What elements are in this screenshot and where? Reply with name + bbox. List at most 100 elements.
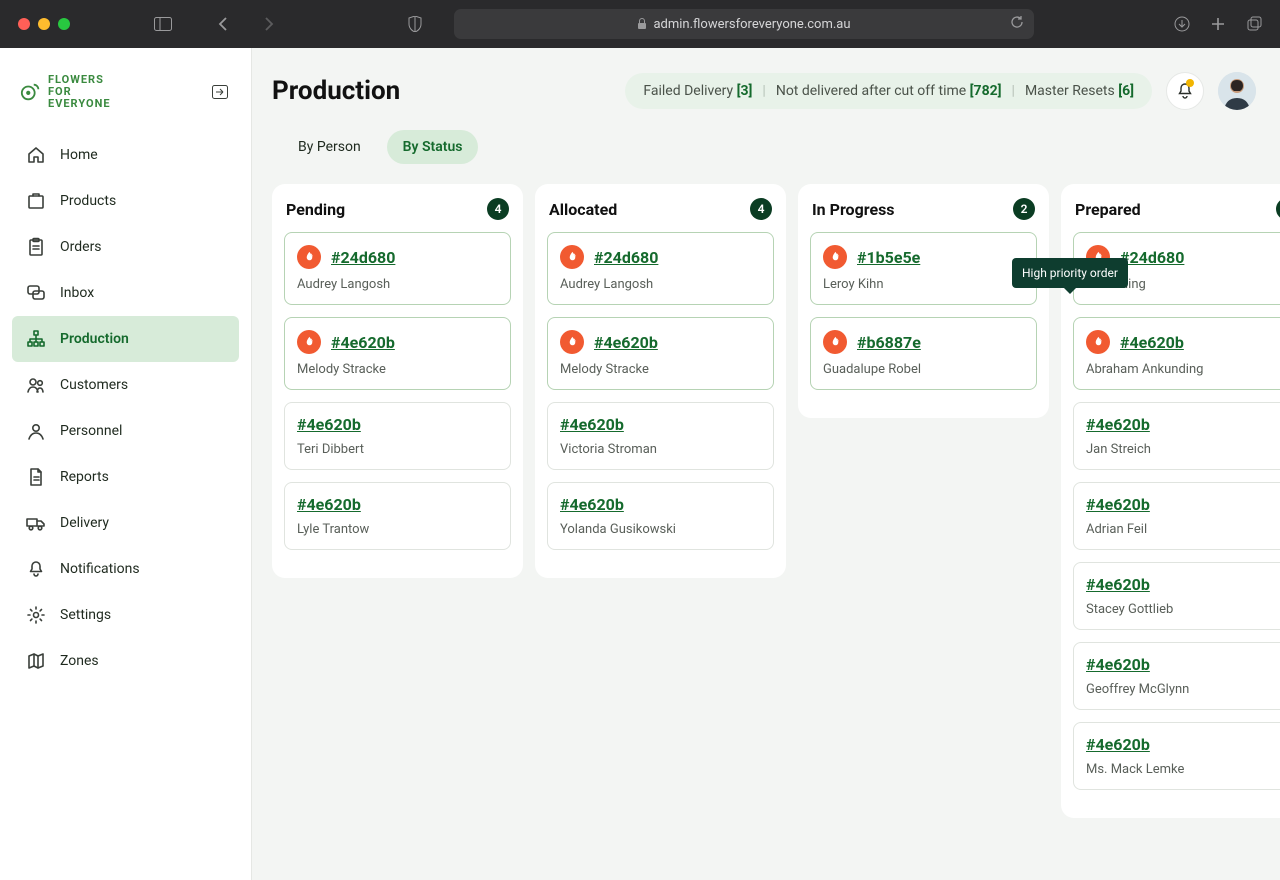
order-card[interactable]: #b6887e Guadalupe Robel [810,317,1037,390]
logo[interactable]: FLOWERS FOR EVERYONE [20,74,111,110]
sidebar-item-home[interactable]: Home [12,132,239,178]
order-id-link[interactable]: #4e620b [331,333,395,352]
sidebar-item-delivery[interactable]: Delivery [12,500,239,546]
fire-icon [560,245,584,269]
order-id-link[interactable]: #4e620b [1086,655,1150,674]
window-maximize-button[interactable] [58,18,70,30]
sidebar-item-inbox[interactable]: Inbox [12,270,239,316]
alert-count: [782] [970,83,1002,99]
order-card[interactable]: #4e620bJan Streich [1073,402,1280,470]
avatar-image [1218,72,1256,110]
clipboard-icon [26,237,46,257]
collapse-sidebar-button[interactable] [211,83,229,101]
sidebar-item-products[interactable]: Products [12,178,239,224]
sidebar-item-zones[interactable]: Zones [12,638,239,684]
order-id-link[interactable]: #24d680 [331,248,395,267]
order-card[interactable]: #4e620b Geoffrey McGlynn [1073,642,1280,710]
shield-icon[interactable] [408,16,422,32]
org-icon [26,329,46,349]
tab-person[interactable]: By Person [282,130,377,164]
fire-icon [823,245,847,269]
order-assignee: Audrey Langosh [560,277,761,292]
fire-icon [1086,330,1110,354]
order-id-link[interactable]: #1b5e5e [857,248,920,267]
sidebar-item-customers[interactable]: Customers [12,362,239,408]
order-card[interactable]: #24d680Audrey Langosh [284,232,511,305]
alert-segment[interactable]: Not delivered after cut off time [782] [776,83,1002,99]
alerts-separator: | [1012,83,1015,99]
column-title: Pending [286,200,345,219]
sidebar-item-label: Personnel [60,423,122,439]
tab-overview-icon[interactable] [1246,16,1262,32]
order-id-link[interactable]: #24d680 [594,248,658,267]
sidebar-item-label: Customers [60,377,128,393]
order-id-link[interactable]: #4e620b [594,333,658,352]
order-id-link[interactable]: #4e620b [560,495,624,514]
home-icon [26,145,46,165]
sidebar-item-settings[interactable]: Settings [12,592,239,638]
tooltip-text: High priority order [1022,266,1118,280]
column-count-badge: 7 [1276,198,1280,220]
order-id-link[interactable]: #4e620b [297,415,361,434]
profile-avatar[interactable] [1218,72,1256,110]
notifications-button[interactable] [1166,72,1204,110]
box-icon [26,191,46,211]
refresh-icon[interactable] [1010,15,1024,33]
sidebar-item-personnel[interactable]: Personnel [12,408,239,454]
order-card[interactable]: #4e620bAbraham Ankunding [1073,317,1280,390]
nav-forward-button[interactable] [264,17,274,31]
fire-icon [823,330,847,354]
order-id-link[interactable]: #4e620b [1086,495,1150,514]
window-minimize-button[interactable] [38,18,50,30]
column-title: Prepared [1075,200,1141,219]
order-id-link[interactable]: #4e620b [1120,333,1184,352]
sidebar-item-label: Inbox [60,285,94,301]
order-card[interactable]: #4e620bAdrian Feil [1073,482,1280,550]
sidebar-item-notifications[interactable]: Notifications [12,546,239,592]
order-assignee: Teri Dibbert [297,442,498,457]
order-assignee: Yolanda Gusikowski [560,522,761,537]
order-id-link[interactable]: #b6887e [857,333,921,352]
alert-segment[interactable]: Failed Delivery [3] [643,83,752,99]
nav-back-button[interactable] [218,17,228,31]
order-card[interactable]: #4e620bStacey Gottlieb [1073,562,1280,630]
column-in-progress: In Progress2#1b5e5eLeroy Kihn#b6887eGuad… [798,184,1049,418]
order-assignee: Leroy Kihn [823,277,1024,292]
order-card[interactable]: #4e620b Ms. Mack Lemke [1073,722,1280,790]
alert-label: Not delivered after cut off time [776,83,970,99]
order-id-link[interactable]: #4e620b [1086,575,1150,594]
window-close-button[interactable] [18,18,30,30]
column-count-badge: 4 [750,198,772,220]
logo-text-3: EVERYONE [48,98,111,110]
alert-label: Failed Delivery [643,83,736,99]
order-card[interactable]: #4e620b Yolanda Gusikowski [547,482,774,550]
order-card[interactable]: #4e620b Teri Dibbert [284,402,511,470]
sidebar-toggle-icon[interactable] [154,17,172,31]
order-card[interactable]: #4e620bMelody Stracke [547,317,774,390]
alert-segment[interactable]: Master Resets [6] [1025,83,1134,99]
order-card[interactable]: #24d680 Audrey Langosh [547,232,774,305]
sidebar-item-production[interactable]: Production [12,316,239,362]
order-id-link[interactable]: #4e620b [1086,735,1150,754]
sidebar-item-label: Delivery [60,515,109,531]
order-card[interactable]: #4e620bVictoria Stroman [547,402,774,470]
sidebar-item-reports[interactable]: Reports [12,454,239,500]
order-assignee: Geoffrey McGlynn [1086,682,1280,697]
order-id-link[interactable]: #4e620b [560,415,624,434]
order-id-link[interactable]: #24d680 [1120,248,1184,267]
order-id-link[interactable]: #4e620b [1086,415,1150,434]
view-tabs: By Person By Status [272,124,1256,184]
alerts-bar[interactable]: Failed Delivery [3] | Not delivered after … [625,73,1152,109]
order-card[interactable]: #1b5e5e Leroy Kihn [810,232,1037,305]
downloads-icon[interactable] [1174,16,1190,32]
alerts-separator: | [762,83,765,99]
order-assignee: Ms. Mack Lemke [1086,762,1280,777]
order-card[interactable]: #4e620bLyle Trantow [284,482,511,550]
order-id-link[interactable]: #4e620b [297,495,361,514]
address-bar[interactable]: admin.flowersforeveryone.com.au [454,9,1034,39]
order-assignee: Guadalupe Robel [823,362,1024,377]
order-card[interactable]: #4e620bMelody Stracke [284,317,511,390]
tab-status[interactable]: By Status [387,130,479,164]
sidebar-item-orders[interactable]: Orders [12,224,239,270]
new-tab-icon[interactable] [1210,16,1226,32]
